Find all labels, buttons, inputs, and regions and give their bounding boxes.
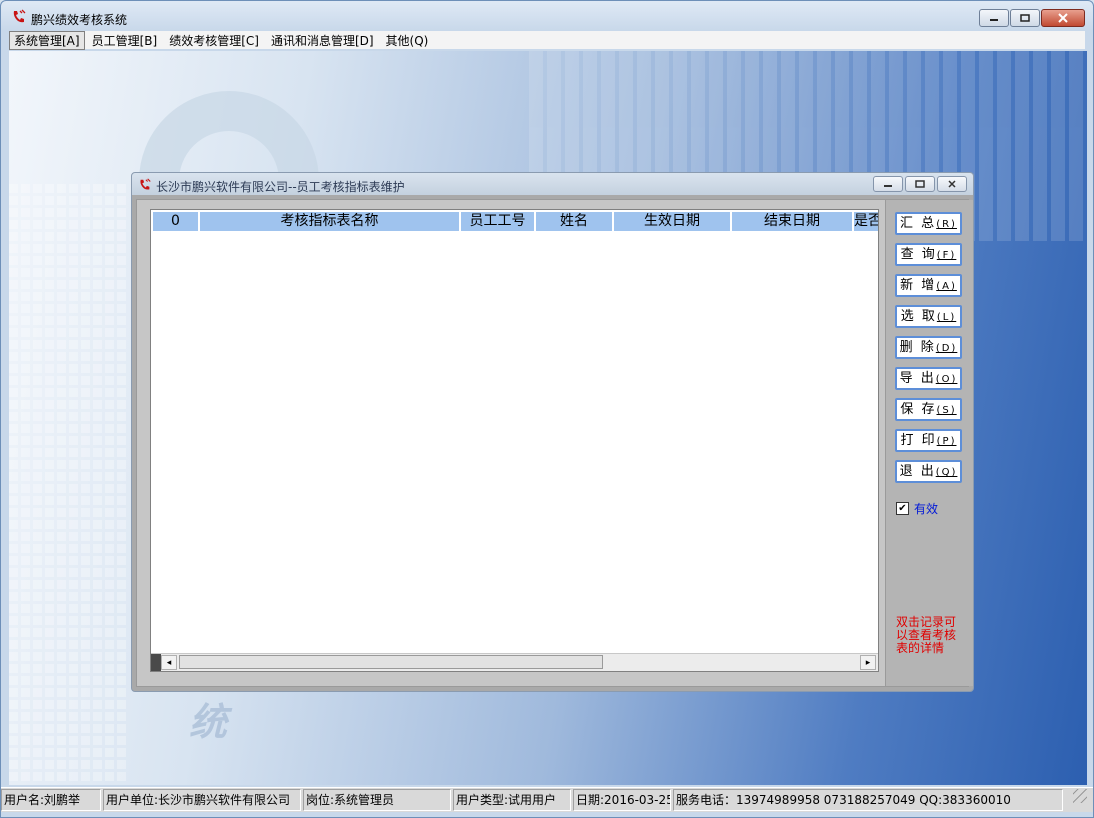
data-grid[interactable]: 0 考核指标表名称 员工工号 姓名 生效日期 结束日期 是否 ◂ ▸ — [150, 209, 879, 672]
hint-text: 双击记录可以查看考核表的详情 — [896, 615, 957, 655]
query-button-key: (F) — [936, 250, 957, 261]
action-panel: 汇 总(R) 查 询(F) 新 增(A) 选 取(L) 删 除(D) 导 出(O… — [885, 200, 973, 686]
status-position: 岗位:系统管理员 — [303, 789, 451, 811]
export-button-label: 导 出 — [899, 371, 936, 386]
valid-checkbox-label: 有效 — [914, 502, 939, 516]
title-bar[interactable]: 鹏兴绩效考核系统 — [1, 1, 1093, 31]
phone-app-icon — [13, 9, 26, 23]
column-header-start-date[interactable]: 生效日期 — [614, 212, 732, 231]
checkbox-checked-icon[interactable]: ✔ — [896, 502, 909, 515]
status-company: 用户单位:长沙市鹏兴软件有限公司 — [103, 789, 301, 811]
export-button-key: (O) — [935, 374, 958, 385]
column-header-end-date[interactable]: 结束日期 — [732, 212, 854, 231]
maximize-icon — [1020, 14, 1030, 22]
child-window-controls — [873, 176, 967, 192]
main-window: 鹏兴绩效考核系统 系统管理[A] 员工管理[B] 绩效考核管理[C] 通讯和消息… — [0, 0, 1094, 818]
add-button-label: 新 增 — [900, 278, 937, 293]
exit-button-label: 退 出 — [899, 464, 936, 479]
print-button-label: 打 印 — [900, 433, 937, 448]
menu-bar: 系统管理[A] 员工管理[B] 绩效考核管理[C] 通讯和消息管理[D] 其他(… — [9, 30, 1085, 50]
maximize-button[interactable] — [1010, 9, 1040, 27]
status-user-type: 用户类型:试用用户 — [453, 789, 571, 811]
maximize-icon — [915, 180, 925, 188]
horizontal-scrollbar[interactable]: ◂ ▸ — [151, 653, 878, 671]
status-bar: 用户名:刘鹏举 用户单位:长沙市鹏兴软件有限公司 岗位:系统管理员 用户类型:试… — [1, 787, 1093, 812]
add-button-key: (A) — [936, 281, 957, 292]
background-tiles-left — [9, 181, 129, 781]
column-header-table-name[interactable]: 考核指标表名称 — [200, 212, 461, 231]
save-button[interactable]: 保 存(S) — [895, 398, 962, 421]
child-title-bar[interactable]: 长沙市鹏兴软件有限公司--员工考核指标表维护 — [132, 173, 973, 197]
menu-performance[interactable]: 绩效考核管理[C] — [164, 31, 264, 50]
exit-button-key: (Q) — [935, 467, 958, 478]
background-logo-glyph: 统 — [189, 700, 228, 744]
scrollbar-thumb[interactable] — [179, 655, 603, 669]
minimize-button[interactable] — [979, 9, 1009, 27]
child-maximize-button[interactable] — [905, 176, 935, 192]
query-button[interactable]: 查 询(F) — [895, 243, 962, 266]
minimize-icon — [884, 185, 892, 187]
save-button-key: (S) — [936, 405, 957, 416]
status-service-phone: 服务电话：13974989958 073188257049 QQ:3833600… — [673, 789, 1063, 811]
add-button[interactable]: 新 增(A) — [895, 274, 962, 297]
column-header-index[interactable]: 0 — [153, 212, 200, 231]
resize-grip-icon[interactable] — [1073, 789, 1087, 803]
scroll-right-arrow-icon[interactable]: ▸ — [860, 655, 876, 670]
print-button-key: (P) — [936, 436, 957, 447]
export-button[interactable]: 导 出(O) — [895, 367, 962, 390]
close-icon — [948, 180, 956, 188]
menu-employee[interactable]: 员工管理[B] — [87, 31, 163, 50]
summary-button-key: (R) — [936, 219, 957, 230]
scrollbar-corner — [151, 654, 161, 671]
child-body: 0 考核指标表名称 员工工号 姓名 生效日期 结束日期 是否 ◂ ▸ 汇 总(R… — [136, 199, 973, 687]
minimize-icon — [990, 19, 998, 21]
menu-system[interactable]: 系统管理[A] — [9, 30, 85, 50]
delete-button[interactable]: 删 除(D) — [895, 336, 962, 359]
exit-button[interactable]: 退 出(Q) — [895, 460, 962, 483]
grid-header: 0 考核指标表名称 员工工号 姓名 生效日期 结束日期 是否 — [153, 212, 878, 231]
select-button-label: 选 取 — [900, 309, 937, 324]
close-icon — [1058, 13, 1068, 23]
delete-button-key: (D) — [935, 343, 958, 354]
child-close-button[interactable] — [937, 176, 967, 192]
child-window: 长沙市鹏兴软件有限公司--员工考核指标表维护 0 考核指标表名称 员工工号 姓名… — [131, 172, 974, 692]
window-controls — [979, 9, 1085, 27]
child-minimize-button[interactable] — [873, 176, 903, 192]
valid-checkbox[interactable]: ✔ 有效 — [896, 500, 938, 517]
menu-messaging[interactable]: 通讯和消息管理[D] — [266, 31, 379, 50]
menu-other[interactable]: 其他(Q) — [381, 31, 434, 50]
status-username: 用户名:刘鹏举 — [1, 789, 101, 811]
close-button[interactable] — [1041, 9, 1085, 27]
print-button[interactable]: 打 印(P) — [895, 429, 962, 452]
scroll-left-arrow-icon[interactable]: ◂ — [161, 655, 177, 670]
select-button-key: (L) — [936, 312, 957, 323]
query-button-label: 查 询 — [900, 247, 937, 262]
status-date: 日期:2016-03-25 — [573, 789, 671, 811]
child-window-title: 长沙市鹏兴软件有限公司--员工考核指标表维护 — [156, 180, 405, 194]
column-header-name[interactable]: 姓名 — [536, 212, 614, 231]
summary-button-label: 汇 总 — [900, 216, 937, 231]
delete-button-label: 删 除 — [899, 340, 936, 355]
summary-button[interactable]: 汇 总(R) — [895, 212, 962, 235]
column-header-is-valid[interactable]: 是否 — [854, 212, 878, 231]
save-button-label: 保 存 — [900, 402, 937, 417]
select-button[interactable]: 选 取(L) — [895, 305, 962, 328]
phone-app-icon — [140, 178, 151, 190]
column-header-employee-id[interactable]: 员工工号 — [461, 212, 536, 231]
app-title: 鹏兴绩效考核系统 — [31, 13, 128, 27]
